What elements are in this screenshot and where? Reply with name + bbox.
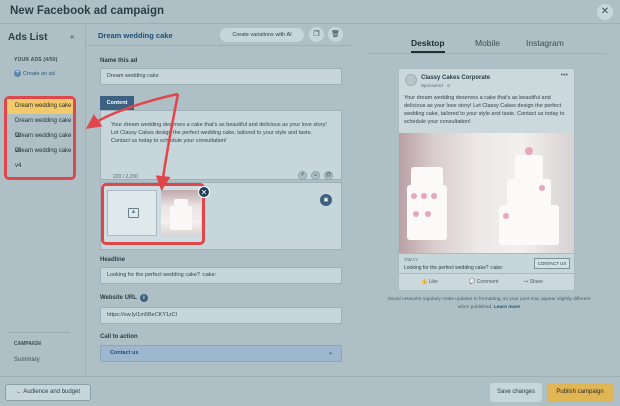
ad-list-item[interactable]: Dream wedding cake v4 [7,144,73,169]
sidebar-title: Ads List [8,32,48,43]
sponsored-label: Sponsored · ⊙ [421,83,451,88]
tab-instagram[interactable]: Instagram [526,38,564,48]
remove-media-icon[interactable]: ✕ [198,186,210,198]
char-count: 220 / 2,200 [113,174,139,180]
contact-us-button: CONTACT US [534,258,570,269]
facebook-post-preview: Classy Cakes Corporate Sponsored · ⊙ •••… [398,68,575,291]
page-name: Classy Cakes Corporate [421,75,491,81]
create-ad-label: Create an ad [23,70,55,77]
preview-note: Social networks regularly make updates t… [384,296,594,312]
ad-list: Dream wedding cake Dream wedding cake v2… [4,96,76,180]
cta-select[interactable]: Contact us ⌄ [100,345,342,362]
duplicate-icon[interactable]: ❐ [309,27,324,42]
headline-field[interactable]: Looking for the perfect wedding cake? :c… [100,267,342,284]
preview-note-text: Social networks regularly make updates t… [387,297,591,310]
cake-thumbnail-image [170,199,192,230]
plus-icon: + [14,70,21,77]
create-variations-button[interactable]: Create variations with AI [220,28,304,42]
info-icon[interactable]: i [139,294,148,302]
more-options-icon: ••• [560,72,568,79]
preview-divider [368,53,606,54]
ad-title: Dream wedding cake [98,31,173,40]
ad-list-item[interactable]: Dream wedding cake [7,99,73,114]
ad-list-item[interactable]: Dream wedding cake v2 [7,114,73,139]
modal-title: New Facebook ad campaign [10,5,165,17]
modal-header: New Facebook ad campaign ✕ [0,0,620,24]
like-action: 👍 Like [421,279,438,285]
editor-header: Dream wedding cake Create variations wit… [87,24,353,46]
post-actions: 👍 Like 💬 Comment ↪ Share [399,273,574,290]
name-label: Name this ad [100,58,138,64]
media-highlight: ▲ ✕ [101,183,210,245]
ad-editor: Dream wedding cake Create variations wit… [87,24,353,376]
post-image [399,133,574,253]
emoji-icon[interactable]: ☺ [311,171,320,180]
post-text: Your dream wedding deserves a cake that'… [404,95,565,125]
collapse-icon[interactable]: « [70,32,74,41]
media-library-icon[interactable]: ▣ [320,194,332,206]
learn-more-link[interactable]: Learn more [494,305,520,310]
comment-action: 💬 Comment [469,279,499,285]
save-changes-button[interactable]: Save changes [490,383,542,402]
ads-sidebar: Ads List « YOUR ADS (4/50) + Create an ad… [0,24,86,376]
add-media-placeholder[interactable]: ▲ [107,190,157,236]
summary-link[interactable]: Summary [14,357,40,363]
create-ad-link[interactable]: + Create an ad [14,70,55,77]
chevron-down-icon: ⌄ [327,350,333,356]
website-url-label: Website URL i [100,294,148,302]
ad-name-field[interactable]: Dream wedding cake [100,68,342,85]
ads-count: YOUR ADS (4/50) [14,57,58,63]
link-headline: Looking for the perfect wedding cake? :c… [404,265,504,271]
campaign-section-label: CAMPAIGN [14,341,41,347]
link-domain: OW.LY [404,257,418,262]
tab-mobile[interactable]: Mobile [475,38,500,48]
publish-campaign-button[interactable]: Publish campaign [547,383,613,402]
share-action: ↪ Share [524,279,543,285]
avatar [405,74,417,86]
trash-icon[interactable]: 🗑 [328,27,343,42]
hashtag-icon[interactable]: # [298,171,307,180]
audience-budget-button[interactable]: ← Audience and budget [5,384,91,401]
media-thumbnail[interactable] [161,190,201,236]
tab-desktop[interactable]: Desktop [411,38,445,48]
ad-list-item[interactable]: Dream wedding cake v3 [7,129,73,154]
content-textarea[interactable]: Your dream wedding deserves a cake that'… [100,110,342,180]
modal-footer: ← Audience and budget Save changes Publi… [0,376,620,406]
link-footer: OW.LY Looking for the perfect wedding ca… [399,253,574,273]
cta-label: Call to action [100,334,138,340]
ad-preview: Desktop Mobile Instagram Classy Cakes Co… [354,24,620,376]
tab-content[interactable]: Content [100,96,134,110]
sidebar-divider [8,332,70,333]
mention-icon[interactable]: @ [324,171,333,180]
image-icon: ▲ [128,208,139,218]
cta-select-value: Contact us [110,350,139,356]
headline-label: Headline [100,257,126,263]
close-icon[interactable]: ✕ [597,4,613,20]
website-url-label-text: Website URL [100,295,137,301]
website-url-field[interactable]: https://ow.ly/1m5BeCKY1zCl [100,307,342,324]
